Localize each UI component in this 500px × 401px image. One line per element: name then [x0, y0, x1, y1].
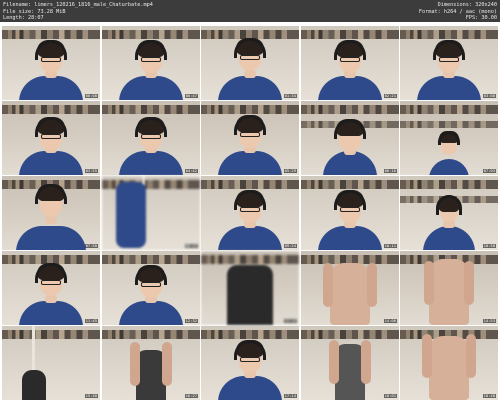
thumbnail-timestamp: 11:45 [84, 317, 98, 323]
file-info-right: Dimensions: 320x240 Format: h264 / aac (… [419, 2, 497, 22]
filename-text: Filename: limers_120216_1816_male_Chatur… [3, 2, 153, 8]
thumbnail-timestamp: 04:42 [184, 167, 198, 173]
thumbnail: 18:01 [301, 326, 399, 400]
thumbnail: 02:21 [301, 26, 399, 100]
thumbnail: 16:27 [102, 326, 200, 400]
thumbnail-timestamp: 07:50 [84, 242, 98, 248]
thumbnail-timestamp: 02:21 [383, 92, 397, 98]
thumbnail-timestamp: 07:03 [482, 167, 496, 173]
thumbnail: 07:50 [2, 176, 100, 250]
thumbnail-timestamp: 14:53 [482, 317, 496, 323]
thumbnail-timestamp: 00:00 [84, 92, 98, 98]
thumbnail: 06:16 [301, 101, 399, 175]
thumbnail-timestamp: 16:27 [184, 392, 198, 398]
thumbnail: 04:42 [102, 101, 200, 175]
thumbnail-timestamp: 08:37 [184, 242, 198, 248]
thumbnail: 15:40 [2, 326, 100, 400]
thumbnail-timestamp: 03:55 [84, 167, 98, 173]
thumbnail-timestamp: 00:47 [184, 92, 198, 98]
thumbnail: 18:48 [400, 326, 498, 400]
thumbnail-grid: 00:00 00:47 01:34 02:21 03:08 03:55 04:4… [0, 22, 500, 401]
thumbnail: 08:37 [102, 176, 200, 250]
thumbnail-timestamp: 14:06 [383, 317, 397, 323]
info-header: Filename: limers_120216_1816_male_Chatur… [0, 0, 500, 22]
thumbnail-timestamp: 13:19 [283, 317, 297, 323]
thumbnail-timestamp: 09:24 [283, 242, 297, 248]
thumbnail-timestamp: 10:58 [482, 242, 496, 248]
thumbnail-timestamp: 15:40 [84, 392, 98, 398]
thumbnail: 10:58 [400, 176, 498, 250]
fps-text: FPS: 30.00 [465, 15, 497, 21]
thumbnail: 13:19 [201, 251, 299, 325]
thumbnail: 17:14 [201, 326, 299, 400]
thumbnail: 14:53 [400, 251, 498, 325]
thumbnail-timestamp: 10:11 [383, 242, 397, 248]
thumbnail: 09:24 [201, 176, 299, 250]
thumbnail: 00:00 [2, 26, 100, 100]
thumbnail-timestamp: 12:32 [184, 317, 198, 323]
thumbnail: 05:29 [201, 101, 299, 175]
thumbnail: 03:55 [2, 101, 100, 175]
thumbnail: 12:32 [102, 251, 200, 325]
thumbnail-timestamp: 05:29 [283, 167, 297, 173]
thumbnail-timestamp: 06:16 [383, 167, 397, 173]
thumbnail-timestamp: 03:08 [482, 92, 496, 98]
thumbnail: 14:06 [301, 251, 399, 325]
thumbnail: 01:34 [201, 26, 299, 100]
thumbnail: 03:08 [400, 26, 498, 100]
thumbnail-timestamp: 18:48 [482, 392, 496, 398]
length-text: Length: 28:07 [3, 15, 44, 21]
thumbnail: 11:45 [2, 251, 100, 325]
thumbnail-timestamp: 17:14 [283, 392, 297, 398]
thumbnail: 00:47 [102, 26, 200, 100]
thumbnail: 07:03 [400, 101, 498, 175]
thumbnail-timestamp: 01:34 [283, 92, 297, 98]
thumbnail-timestamp: 18:01 [383, 392, 397, 398]
thumbnail: 10:11 [301, 176, 399, 250]
file-info-left: Filename: limers_120216_1816_male_Chatur… [3, 2, 153, 22]
